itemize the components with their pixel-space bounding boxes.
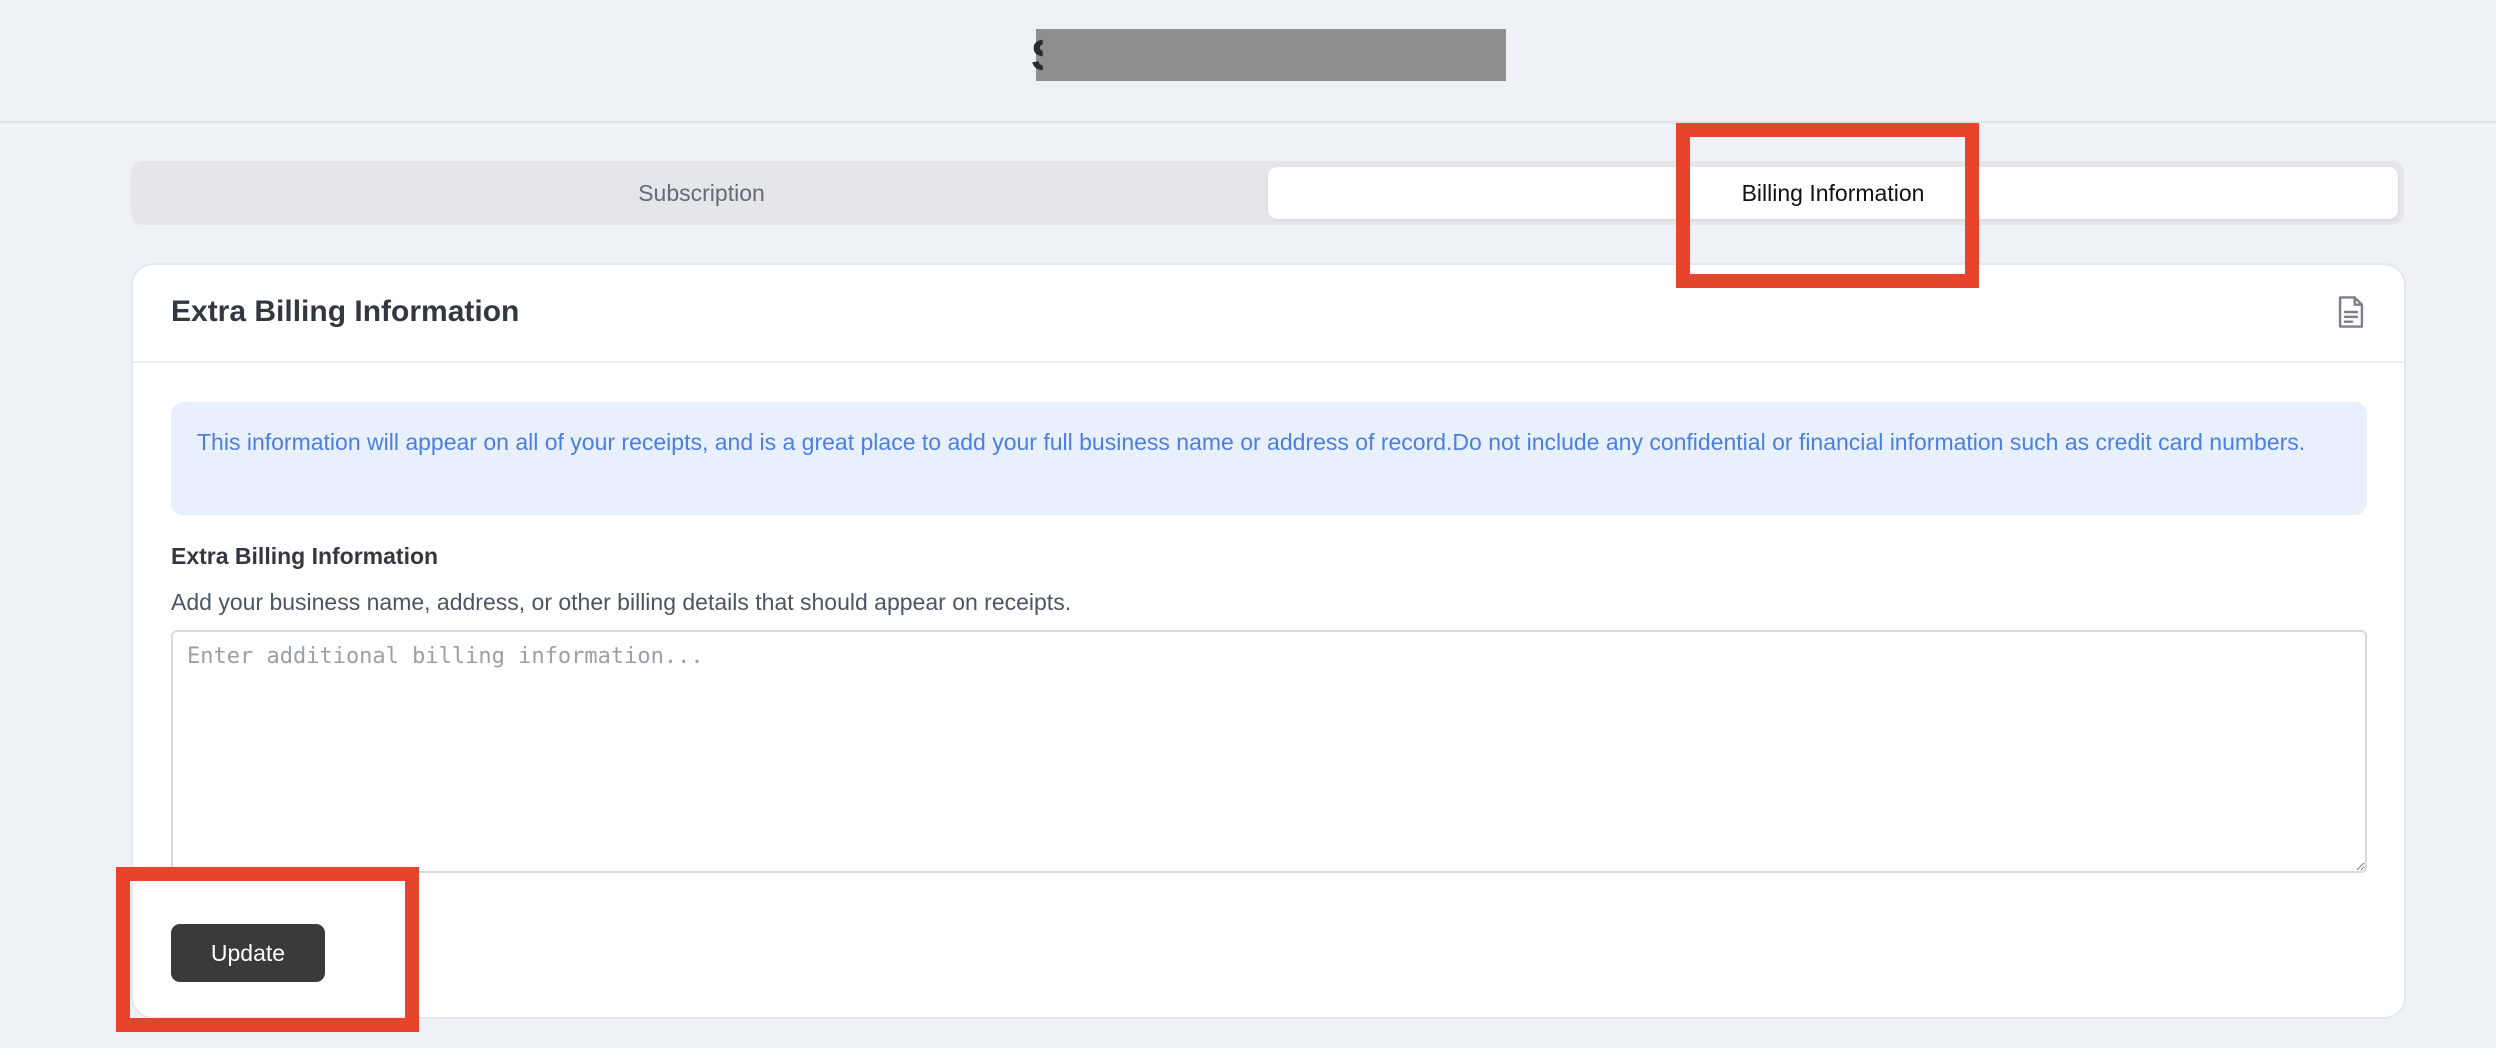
info-notice-text: This information will appear on all of y…: [197, 429, 2306, 455]
tab-subscription[interactable]: Subscription: [137, 167, 1266, 219]
tab-billing-information[interactable]: Billing Information: [1268, 167, 2398, 219]
update-button[interactable]: Update: [171, 924, 325, 982]
info-notice: This information will appear on all of y…: [171, 402, 2367, 515]
redacted-title: S: [1031, 29, 1506, 81]
redacted-glyph: S: [1031, 31, 1061, 80]
card-header: Extra Billing Information: [133, 265, 2404, 363]
document-icon: [2338, 296, 2364, 328]
tab-bar: Subscription Billing Information: [131, 161, 2404, 225]
field-help-text: Add your business name, address, or othe…: [171, 589, 1072, 615]
billing-info-textarea[interactable]: [171, 630, 2367, 873]
card-title: Extra Billing Information: [171, 295, 520, 328]
page-header: S: [0, 0, 2496, 123]
field-label: Extra Billing Information: [171, 543, 439, 569]
extra-billing-card: Extra Billing Information This informati…: [131, 263, 2406, 1019]
